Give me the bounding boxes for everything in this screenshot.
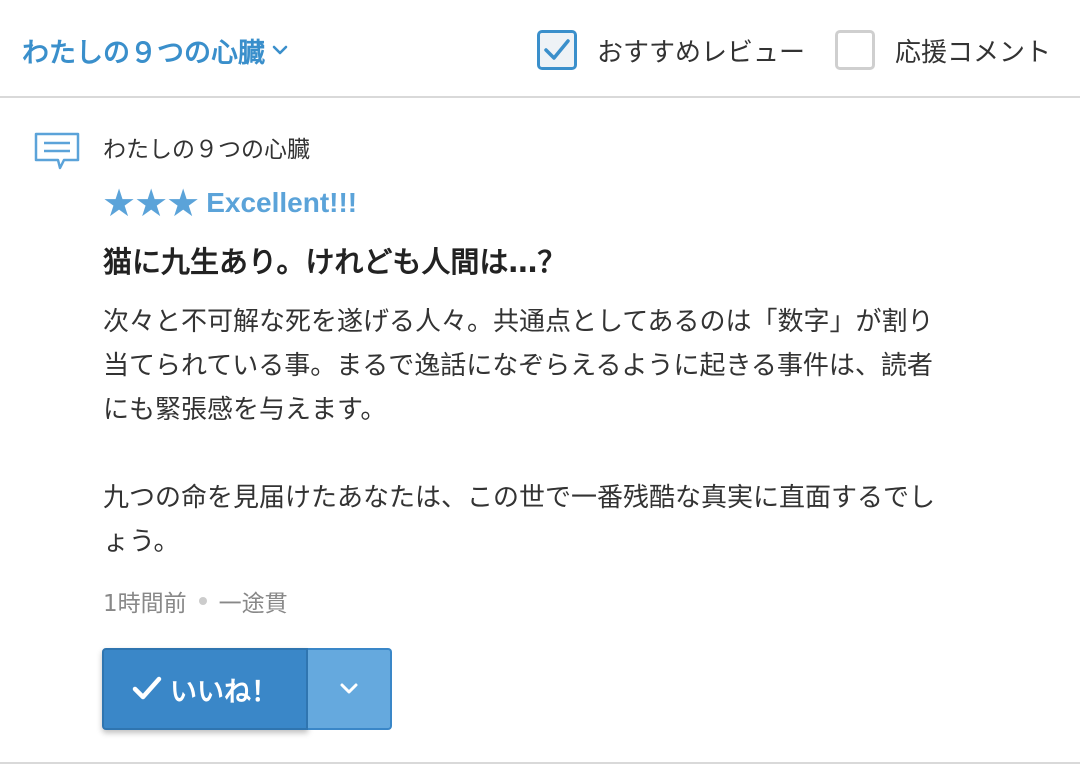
review-time: 1時間前 [103, 591, 187, 617]
recommended-review-label: おすすめレビュー [597, 37, 806, 68]
cheer-comment-filter[interactable]: 応援コメント [835, 28, 1051, 72]
review-body-line: 次々と不可解な死を遂げる人々。共通点としてあるのは「数字」が割り [103, 307, 934, 337]
chevron-down-icon [272, 45, 288, 55]
review-body: 次々と不可解な死を遂げる人々。共通点としてあるのは「数字」が割り 当てられている… [103, 300, 1043, 564]
review-filter-bar: わたしの９つの心臓 おすすめレビュー 応援コメント [0, 0, 1080, 98]
work-selector[interactable]: わたしの９つの心臓 [22, 28, 289, 72]
like-options-button[interactable] [308, 648, 392, 730]
review-title: 猫に九生あり。けれども人間は…？ [103, 245, 567, 279]
like-button[interactable]: いいね！ [102, 648, 308, 730]
star-icon: ★★★ [102, 181, 200, 225]
recommended-review-checkbox[interactable] [537, 30, 577, 70]
review-work-name[interactable]: わたしの９つの心臓 [103, 130, 310, 164]
checkmark-icon [132, 676, 162, 700]
review-author[interactable]: 一途貫 [219, 584, 288, 618]
rating: ★★★ Excellent!!! [102, 184, 357, 222]
chevron-down-icon [340, 683, 358, 694]
rating-label: Excellent!!! [206, 187, 358, 218]
review-meta: 1時間前 一途貫 [103, 584, 288, 618]
cheer-comment-label: 応援コメント [895, 37, 1052, 68]
review-body-line: 当てられている事。まるで逸話になぞらえるように起きる事件は、読者 [103, 351, 933, 381]
review-body-line: ょう。 [103, 527, 180, 557]
work-selector-label: わたしの９つの心臓 [22, 37, 265, 69]
comment-icon [34, 132, 80, 170]
review-card: わたしの９つの心臓 ★★★ Excellent!!! 猫に九生あり。けれども人間… [0, 98, 1080, 764]
separator-dot [198, 597, 207, 605]
like-button-group: いいね！ [102, 648, 392, 730]
recommended-review-filter[interactable]: おすすめレビュー [537, 28, 805, 72]
like-button-label: いいね！ [170, 676, 278, 708]
checkmark-icon [544, 39, 570, 60]
cheer-comment-checkbox[interactable] [835, 30, 875, 70]
review-body-line: 九つの命を見届けたあなたは、この世で一番残酷な真実に直面するでし [103, 483, 936, 513]
review-body-line: にも緊張感を与えます。 [103, 395, 387, 425]
